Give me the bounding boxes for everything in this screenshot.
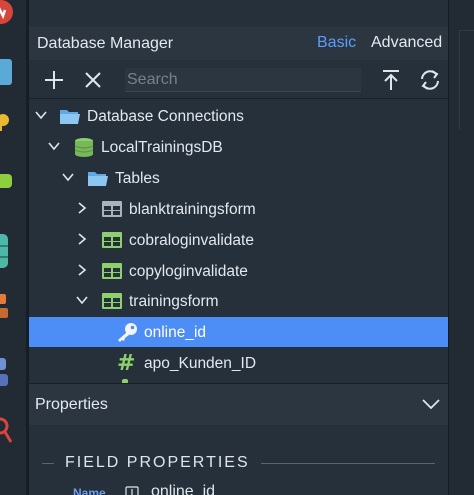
key-icon (118, 323, 137, 342)
upload-icon[interactable] (379, 68, 403, 92)
tree-item-tables[interactable]: Tables (29, 163, 448, 193)
panel-header: Database Manager Basic Advanced (29, 27, 448, 60)
chevron-down-icon[interactable] (421, 397, 441, 411)
table-green-icon (102, 263, 122, 279)
tree-item-label: copyloginvalidate (129, 263, 248, 280)
close-icon[interactable] (81, 68, 105, 92)
share-icon[interactable] (0, 292, 12, 322)
divider (261, 463, 435, 464)
tree-item-copyloginvalidate[interactable]: copyloginvalidate (29, 256, 448, 286)
panel-border (459, 30, 474, 130)
field-properties-heading: FIELD PROPERTIES (65, 454, 250, 471)
chevron-right-icon[interactable] (75, 201, 89, 215)
chevron-down-icon[interactable] (34, 108, 48, 122)
add-icon[interactable] (42, 68, 66, 92)
search-input[interactable] (125, 68, 361, 92)
properties-title: Properties (35, 396, 108, 413)
name-field-value[interactable]: online_id (151, 483, 215, 495)
properties-header[interactable]: Properties (29, 383, 448, 425)
hash-icon: # (117, 351, 136, 376)
tree-item-localtrainingsdb[interactable]: LocalTrainingsDB (29, 132, 448, 162)
name-field-label: Name (73, 486, 106, 495)
table-green-icon (102, 293, 122, 309)
tree-item-blanktrainingsform[interactable]: blanktrainingsform (29, 194, 448, 224)
connection-tree: Database Connections LocalTrainingsDB Ta… (29, 100, 448, 383)
toolbar (29, 60, 448, 99)
right-panel-edge (448, 0, 474, 495)
tree-item-label: Tables (115, 170, 160, 187)
folder-open-icon (88, 172, 108, 186)
database-icon (74, 138, 94, 157)
divider (42, 463, 54, 464)
text-field-icon (125, 486, 139, 495)
chevron-right-icon[interactable] (75, 232, 89, 246)
tree-item-label: trainingsform (129, 293, 219, 310)
tree-item-label: apo_Kunden_ID (144, 355, 257, 372)
tree-item-online-id[interactable]: online_id (29, 317, 448, 347)
chevron-down-icon[interactable] (61, 170, 75, 184)
tree-item-label: cobraloginvalidate (129, 232, 254, 249)
tree-item-label: blanktrainingsform (129, 201, 256, 218)
key-tool-icon[interactable] (0, 112, 12, 134)
tree-item-label: LocalTrainingsDB (101, 139, 223, 156)
folder-open-icon (60, 110, 80, 124)
tree-item-cobraloginvalidate[interactable]: cobraloginvalidate (29, 225, 448, 255)
app-logo-icon[interactable] (0, 0, 14, 30)
tree-item-label: Database Connections (87, 108, 244, 125)
tree-item-database-connections[interactable]: Database Connections (29, 101, 448, 131)
search-tool-icon[interactable] (0, 414, 14, 450)
properties-body: FIELD PROPERTIES Name online_id (29, 425, 448, 495)
panel-title: Database Manager (37, 35, 174, 52)
table-green-icon (102, 232, 122, 248)
tree-item-apo-kunden-id[interactable]: # apo_Kunden_ID (29, 348, 448, 378)
refresh-icon[interactable] (418, 68, 442, 92)
tag-icon[interactable] (0, 170, 16, 192)
layers-icon[interactable] (0, 356, 12, 390)
tree-item-label: online_id (144, 324, 207, 341)
cube-icon[interactable] (0, 55, 14, 89)
mode-basic-tab[interactable]: Basic (317, 34, 356, 52)
table-gray-icon (102, 201, 122, 217)
mode-advanced-tab[interactable]: Advanced (371, 34, 442, 52)
chevron-down-icon[interactable] (47, 139, 61, 153)
database-tool-icon[interactable] (0, 232, 10, 270)
database-manager-panel: Database Manager Basic Advanced Search D… (29, 0, 448, 495)
tree-item-trainingsform[interactable]: trainingsform (29, 286, 448, 316)
activity-strip (0, 0, 26, 495)
chevron-down-icon[interactable] (75, 293, 89, 307)
chevron-right-icon[interactable] (75, 263, 89, 277)
